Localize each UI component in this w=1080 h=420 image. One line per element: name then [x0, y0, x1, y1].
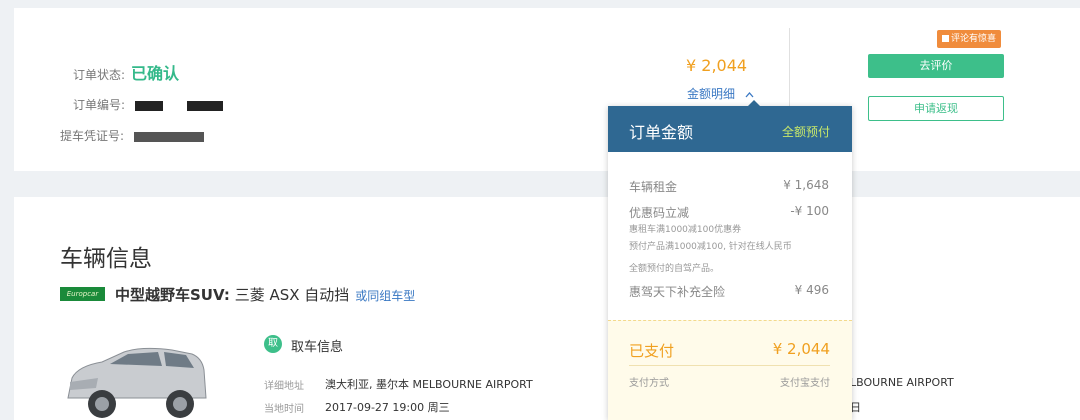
discount-note: 预付产品满1000减100, 针对在线人民币: [629, 242, 792, 252]
car-image: [62, 340, 212, 420]
line-item-value: ¥ 496: [794, 283, 829, 297]
popup-title: 订单金额: [629, 123, 694, 142]
line-item-label: 车辆租金: [629, 180, 678, 194]
europcar-logo: Europcar: [60, 287, 105, 301]
order-summary-card: [14, 8, 1080, 171]
car-name: 中型越野车SUV: 三菱 ASX 自动挡 或同组车型: [115, 284, 415, 305]
voucher-row: 提车凭证号:: [60, 127, 204, 144]
chevron-up-icon: [745, 87, 754, 101]
order-number-label: 订单编号:: [73, 98, 126, 112]
pickup-icon: 取: [264, 335, 282, 353]
address-value: 澳大利亚, 墨尔本 MELBOURNE AIRPORT: [325, 378, 533, 391]
line-item-label: 惠驾天下补充全险: [629, 285, 726, 299]
payment-method-value: 支付宝支付: [780, 378, 830, 389]
order-status-label: 订单状态:: [73, 68, 126, 82]
line-item-value: -¥ 100: [790, 204, 829, 218]
divider: [629, 365, 830, 366]
order-number-row: 订单编号:: [73, 96, 223, 113]
paid-label: 已支付: [629, 342, 675, 360]
order-status-value: 已确认: [131, 64, 180, 83]
time-label: 当地时间: [264, 404, 304, 415]
address-label: 详细地址: [264, 381, 304, 392]
redacted-order-number: [134, 100, 163, 111]
price-detail-popup: 订单金额 全额预付 车辆租金 ¥ 1,648 优惠码立减 -¥ 100 惠租车满…: [608, 100, 852, 420]
voucher-label: 提车凭证号:: [60, 129, 125, 143]
time-value: 2017-09-27 19:00 周三: [325, 401, 450, 414]
return-address-fragment: LBOURNE AIRPORT: [850, 376, 954, 389]
paid-section: 已支付 ¥ 2,044 支付方式 支付宝支付: [608, 320, 852, 420]
pickup-title: 取车信息: [291, 340, 344, 355]
payment-method-label: 支付方式: [629, 378, 669, 389]
line-item-value: ¥ 1,648: [783, 178, 829, 192]
amount-detail-label: 金额明细: [687, 87, 736, 101]
popup-header: 订单金额 全额预付: [608, 106, 852, 152]
car-type: 中型越野车SUV:: [115, 286, 230, 304]
review-gift-tag: 评论有惊喜: [937, 30, 1002, 48]
order-total-price: ¥ 2,044: [686, 56, 748, 75]
popup-subtitle: 全额预付: [781, 125, 830, 139]
similar-model-link[interactable]: 或同组车型: [355, 289, 415, 303]
paid-value: ¥ 2,044: [772, 340, 830, 358]
redacted-order-number-2: [186, 100, 223, 111]
car-model: 三菱 ASX 自动挡: [229, 286, 350, 304]
gift-icon: [942, 35, 949, 42]
refund-button[interactable]: 申请返现: [868, 96, 1004, 121]
section-title: 车辆信息: [60, 246, 152, 272]
amount-detail-link[interactable]: 金额明细: [687, 85, 754, 102]
discount-note: 全额预付的自驾产品。: [629, 264, 720, 274]
review-button[interactable]: 去评价: [868, 54, 1004, 78]
redacted-voucher-number: [133, 131, 204, 142]
discount-note: 惠租车满1000减100优惠券: [629, 225, 742, 235]
line-item-label: 优惠码立减: [629, 206, 690, 220]
review-gift-label: 评论有惊喜: [951, 34, 997, 44]
order-status-row: 订单状态: 已确认: [73, 60, 179, 84]
